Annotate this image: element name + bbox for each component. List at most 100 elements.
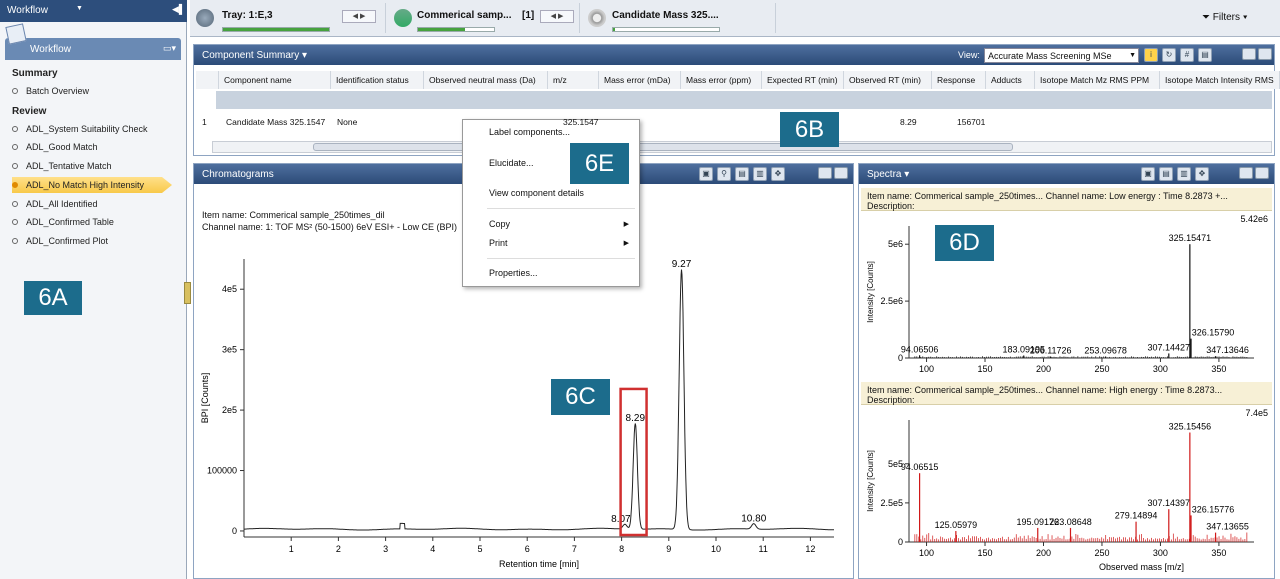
high-energy-spectrum[interactable]: 100 150 200 250 300 35002.5e55e5Observed mass…: [859, 406, 1274, 578]
filters-button[interactable]: ⏷ Filters ▾: [1202, 12, 1248, 23]
column-header[interactable]: Observed RT (min): [844, 71, 932, 89]
list-item[interactable]: ADL_Confirmed Table: [12, 214, 114, 230]
table-row-selected[interactable]: [216, 91, 1272, 109]
maximize-icon[interactable]: [1258, 48, 1272, 60]
tray-cell[interactable]: Tray: 1:E,3 ◀ ▶: [190, 3, 386, 33]
list-item-label: ADL_Tentative Match: [26, 161, 112, 171]
menu-item-properties[interactable]: Properties...: [489, 268, 538, 278]
horizontal-scrollbar[interactable]: [212, 141, 1272, 153]
x-tick-label: 4: [430, 544, 435, 554]
radio-icon: [12, 201, 18, 207]
minimize-icon[interactable]: [1239, 167, 1253, 179]
column-header[interactable]: Mass error (ppm): [681, 71, 762, 89]
x-tick-label: 100: [919, 548, 934, 558]
export-icon[interactable]: ▤: [1198, 48, 1212, 62]
submenu-arrow-icon: ▶: [623, 221, 629, 228]
collapse-icon[interactable]: ◀▌: [172, 4, 185, 15]
sample-nav[interactable]: ◀ ▶: [540, 10, 574, 23]
table-icon[interactable]: ▤: [1159, 167, 1173, 181]
maximize-icon[interactable]: [1255, 167, 1269, 179]
maximize-icon[interactable]: [834, 167, 848, 179]
column-header[interactable]: Adducts: [986, 71, 1035, 89]
minimize-icon[interactable]: [818, 167, 832, 179]
y-axis-label: BPI [Counts]: [200, 373, 210, 424]
list-item-selected[interactable]: ADL_No Match High Intensity: [12, 177, 172, 193]
candidate-cell[interactable]: Candidate Mass 325....: [582, 3, 776, 33]
copy-icon[interactable]: ▣: [1141, 167, 1155, 181]
column-header[interactable]: Identification status: [331, 71, 424, 89]
menu-item-copy[interactable]: Copy: [489, 219, 510, 229]
max-intensity-label: 5.42e6: [1240, 214, 1268, 224]
panel-splitter[interactable]: [184, 282, 191, 304]
column-header[interactable]: Expected RT (min): [762, 71, 844, 89]
peak-label: 8.29: [626, 413, 646, 424]
copy-icon[interactable]: ▣: [699, 167, 713, 181]
table-icon[interactable]: ▤: [735, 167, 749, 181]
table-cell: None: [337, 117, 358, 127]
radio-icon: [12, 219, 18, 225]
chevron-down-icon[interactable]: ▼: [76, 5, 83, 12]
x-tick-label: 350: [1211, 548, 1226, 558]
link-icon[interactable]: ⚲: [717, 167, 731, 181]
high-energy-info: Item name: Commerical sample_250times...…: [861, 382, 1272, 405]
tray-nav[interactable]: ◀ ▶: [342, 10, 376, 23]
peak-label: 325.15471: [1169, 233, 1212, 243]
column-header[interactable]: Observed neutral mass (Da): [424, 71, 548, 89]
table-cell: 1: [202, 117, 207, 127]
view-select-value: Accurate Mass Screening MSe: [988, 51, 1112, 61]
menu-item-view-details[interactable]: View component details: [489, 188, 584, 198]
peak-label: 326.15776: [1192, 504, 1235, 514]
column-header[interactable]: Response: [932, 71, 986, 89]
layout-icon[interactable]: ▥: [1177, 167, 1191, 181]
list-item[interactable]: Batch Overview: [12, 83, 89, 99]
spectra-title[interactable]: Spectra ▾: [867, 169, 909, 180]
peak-label: 253.09678: [1084, 346, 1127, 356]
menu-item-print[interactable]: Print: [489, 238, 508, 248]
info-icon[interactable]: i: [1144, 48, 1158, 62]
list-item-label: ADL_All Identified: [26, 199, 98, 209]
item-name: Item name: Commerical sample_250times_di…: [202, 210, 385, 220]
options-icon[interactable]: ▭▾: [163, 43, 176, 54]
low-energy-spectrum[interactable]: 100 150 200 250 300 350 0 2.5e6 5e6 Intensity [Co…: [859, 212, 1274, 382]
x-tick-label: 200: [1036, 364, 1051, 374]
list-item[interactable]: ADL_Good Match: [12, 139, 98, 155]
column-header[interactable]: Component name: [219, 71, 331, 89]
x-tick-label: 2: [336, 544, 341, 554]
column-header[interactable]: Isotope Match Mz RMS PPM: [1035, 71, 1160, 89]
workflow-tab[interactable]: Workflow ▼ ◀▌: [0, 0, 187, 22]
minimize-icon[interactable]: [1242, 48, 1256, 60]
x-tick-label: 1: [289, 544, 294, 554]
list-item[interactable]: ADL_Tentative Match: [12, 158, 112, 174]
list-item-label: ADL_Confirmed Plot: [26, 236, 109, 246]
x-tick-label: 350: [1211, 364, 1226, 374]
component-summary-title[interactable]: Component Summary ▾: [202, 50, 307, 61]
list-item-label: Batch Overview: [26, 86, 90, 96]
sample-cell[interactable]: Commerical samp... [1] ◀ ▶: [388, 3, 580, 33]
move-icon[interactable]: ✥: [1195, 167, 1209, 181]
peak-label: 223.08648: [1049, 517, 1092, 527]
grid-icon[interactable]: #: [1180, 48, 1194, 62]
peak-label: 307.14397: [1148, 498, 1191, 508]
max-intensity-label: 7.4e5: [1245, 408, 1268, 418]
list-item[interactable]: ADL_Confirmed Plot: [12, 233, 108, 249]
refresh-icon[interactable]: ↻: [1162, 48, 1176, 62]
column-header[interactable]: m/z: [548, 71, 599, 89]
view-select[interactable]: Accurate Mass Screening MSe: [984, 48, 1139, 63]
column-header[interactable]: Isotope Match Intensity RMS: [1160, 71, 1280, 89]
column-header[interactable]: Mass error (mDa): [599, 71, 681, 89]
move-icon[interactable]: ✥: [771, 167, 785, 181]
layout-icon[interactable]: ▥: [753, 167, 767, 181]
x-tick-label: 100: [919, 364, 934, 374]
annotation-6a: 6A: [24, 281, 82, 315]
sample-progress: [417, 27, 495, 32]
list-item[interactable]: ADL_All Identified: [12, 196, 98, 212]
list-item[interactable]: ADL_System Suitability Check: [12, 121, 148, 137]
workflow-tab-label: Workflow: [7, 5, 48, 16]
menu-item-label-components[interactable]: Label components...: [489, 127, 570, 137]
peak-label: 307.14427: [1148, 342, 1191, 352]
x-tick-label: 150: [978, 364, 993, 374]
menu-item-elucidate[interactable]: Elucidate...: [489, 158, 534, 168]
table-corner: [196, 71, 219, 89]
list-item-label: ADL_Confirmed Table: [26, 217, 114, 227]
scrollbar-thumb[interactable]: [313, 143, 1013, 151]
